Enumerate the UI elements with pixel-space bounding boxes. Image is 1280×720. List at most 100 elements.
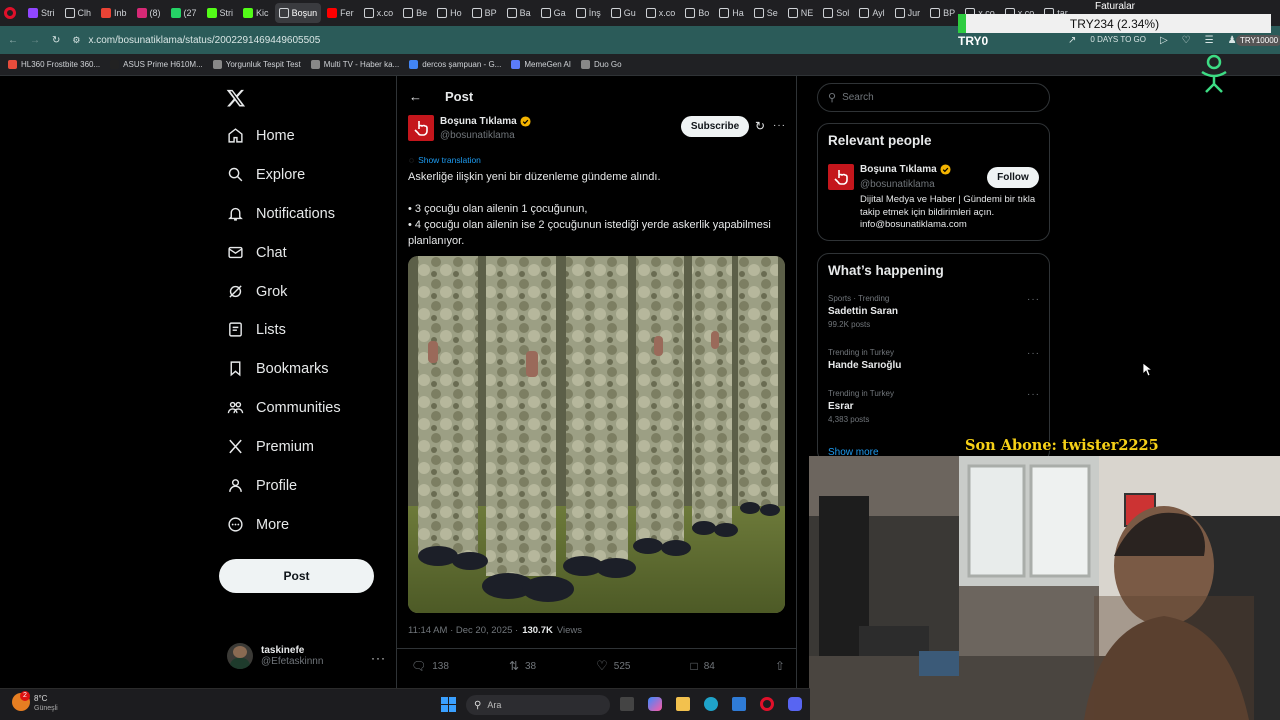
person-handle[interactable]: @bosunatiklama [860, 179, 935, 190]
bookmark-item[interactable]: ASUS Prime H610M... [110, 60, 203, 69]
trend-more-icon[interactable]: ··· [1027, 389, 1040, 400]
play-icon[interactable]: ▷ [1160, 35, 1168, 46]
heart-icon[interactable]: ♡ [1182, 35, 1191, 46]
grok-explain-icon[interactable]: ↻ [755, 119, 765, 133]
taskbar-search[interactable]: ⚲ Ara [466, 695, 610, 715]
views-count: 130.7K [522, 625, 553, 636]
url-field[interactable]: x.com/bosunatiklama/status/2002291469449… [88, 35, 320, 46]
reload-icon[interactable]: ↻ [52, 35, 60, 46]
search-box[interactable]: ⚲ Search [817, 83, 1050, 112]
back-arrow-icon[interactable]: ← [409, 89, 422, 104]
browser-tab[interactable]: BP [926, 3, 959, 23]
bookmark-item[interactable]: Duo Go [581, 60, 622, 69]
trend-item[interactable]: Sports · Trending Sadettin Saran 99.2K pos… [828, 294, 1040, 329]
browser-tab[interactable]: Ho [433, 3, 466, 23]
opera-logo-icon[interactable] [4, 7, 16, 19]
bookmark-item[interactable]: dercos şampuan - G... [409, 60, 501, 69]
nav-item-home[interactable]: Home [227, 127, 295, 144]
copilot-icon[interactable] [648, 697, 662, 711]
nav-item-grok[interactable]: Grok [227, 283, 287, 300]
share-icon[interactable]: ↗ [1068, 35, 1076, 46]
discord-icon[interactable] [788, 697, 802, 711]
browser-tab[interactable]: (8) [133, 3, 165, 23]
nav-item-explore[interactable]: Explore [227, 166, 305, 183]
browser-tab[interactable]: NE [784, 3, 818, 23]
share-button[interactable]: ⇧ [775, 658, 785, 674]
back-icon[interactable]: ← [8, 35, 18, 46]
person-avatar[interactable] [828, 164, 854, 190]
author-handle[interactable]: @bosunatiklama [440, 130, 515, 141]
browser-tab[interactable]: x.co [360, 3, 398, 23]
browser-tab[interactable]: Ayl [855, 3, 888, 23]
trend-more-icon[interactable]: ··· [1027, 348, 1040, 359]
overlay-faturalar: Faturalar [1095, 1, 1136, 12]
browser-tab[interactable]: Inb [97, 3, 131, 23]
nav-item-lists[interactable]: Lists [227, 321, 286, 338]
bookmark-item[interactable]: Multi TV - Haber ka... [310, 60, 399, 69]
browser-tab[interactable]: Ga [537, 3, 570, 23]
bookmark-button[interactable]: □ 84 [691, 658, 715, 674]
browser-tab[interactable]: Jur [891, 3, 925, 23]
bookmark-item[interactable]: MemeGen AI [511, 60, 571, 69]
browser-tab[interactable]: Be [399, 3, 431, 23]
trend-meta: Trending in Turkey [828, 389, 894, 398]
task-view-icon[interactable] [620, 697, 634, 711]
browser-tab[interactable]: Ha [715, 3, 748, 23]
bookmark-item[interactable]: Yorgunluk Tespit Test [212, 60, 301, 69]
menu-icon[interactable]: ☰ [1205, 35, 1214, 46]
browser-tab[interactable]: Gu [607, 3, 640, 23]
trend-item[interactable]: Trending in Turkey Hande Sarıoğlu ··· [828, 348, 1040, 374]
post-image[interactable] [408, 256, 785, 613]
opera-icon[interactable] [760, 697, 774, 711]
browser-tab[interactable]: Stri [203, 3, 238, 23]
follow-button[interactable]: Follow [987, 167, 1039, 188]
nav-item-more[interactable]: More [227, 516, 289, 533]
person-name[interactable]: Boşuna Tıklama [860, 164, 937, 175]
nav-item-communities[interactable]: Communities [227, 399, 341, 416]
browser-tab[interactable]: İnş [572, 3, 605, 23]
windows-start-icon[interactable] [441, 697, 456, 712]
browser-tab[interactable]: Se [750, 3, 782, 23]
trend-more-icon[interactable]: ··· [1027, 294, 1040, 305]
site-info-icon[interactable]: ⚙ [72, 35, 80, 46]
account-switcher[interactable]: taskinefe @Efetaskinnn [227, 643, 323, 669]
post-more-icon[interactable]: ··· [773, 120, 786, 131]
file-explorer-icon[interactable] [676, 697, 690, 711]
browser-tab[interactable]: Boşun [274, 3, 322, 23]
nav-item-premium[interactable]: Premium [227, 438, 314, 455]
browser-tab[interactable]: Fer [323, 3, 358, 23]
edge-icon[interactable] [704, 697, 718, 711]
nav-item-label: Home [256, 127, 295, 144]
nav-item-chat[interactable]: Chat [227, 244, 287, 261]
show-translation-link[interactable]: ◌ Show translation [409, 155, 481, 165]
tab-favicon-icon [859, 8, 870, 18]
author-avatar[interactable] [408, 115, 434, 141]
browser-tab[interactable]: Bo [681, 3, 713, 23]
browser-tab[interactable]: Kic [239, 3, 273, 23]
browser-tab[interactable]: Sol [819, 3, 853, 23]
nav-item-notifications[interactable]: Notifications [227, 205, 335, 222]
browser-tab[interactable]: BP [468, 3, 501, 23]
subscribe-button[interactable]: Subscribe [681, 116, 749, 137]
reply-button[interactable]: 🗨 138 [411, 658, 449, 674]
nav-item-profile[interactable]: Profile [227, 477, 297, 494]
author-name[interactable]: Boşuna Tıklama [440, 116, 517, 127]
browser-tab[interactable]: x.co [642, 3, 680, 23]
bookmark-item[interactable]: HL360 Frostbite 360... [8, 60, 100, 69]
mouse-cursor-icon [1142, 362, 1152, 377]
repost-button[interactable]: ⇅ 38 [509, 658, 536, 674]
like-button[interactable]: ♡ 525 [596, 658, 630, 674]
browser-tab[interactable]: Clh [61, 3, 96, 23]
x-logo-icon[interactable] [226, 88, 246, 108]
tab-favicon-icon [575, 8, 586, 18]
tab-favicon-icon [787, 8, 798, 18]
nav-item-bookmarks[interactable]: Bookmarks [227, 360, 329, 377]
store-icon[interactable] [732, 697, 746, 711]
account-more-icon[interactable]: ··· [371, 651, 386, 665]
compose-post-button[interactable]: Post [219, 559, 374, 593]
browser-tab[interactable]: Ba [503, 3, 535, 23]
forward-icon[interactable]: → [30, 35, 40, 46]
browser-tab[interactable]: Stri [24, 3, 59, 23]
browser-tab[interactable]: (27 [167, 3, 201, 23]
trend-item[interactable]: Trending in Turkey Esrar 4,383 posts ··· [828, 389, 1040, 424]
